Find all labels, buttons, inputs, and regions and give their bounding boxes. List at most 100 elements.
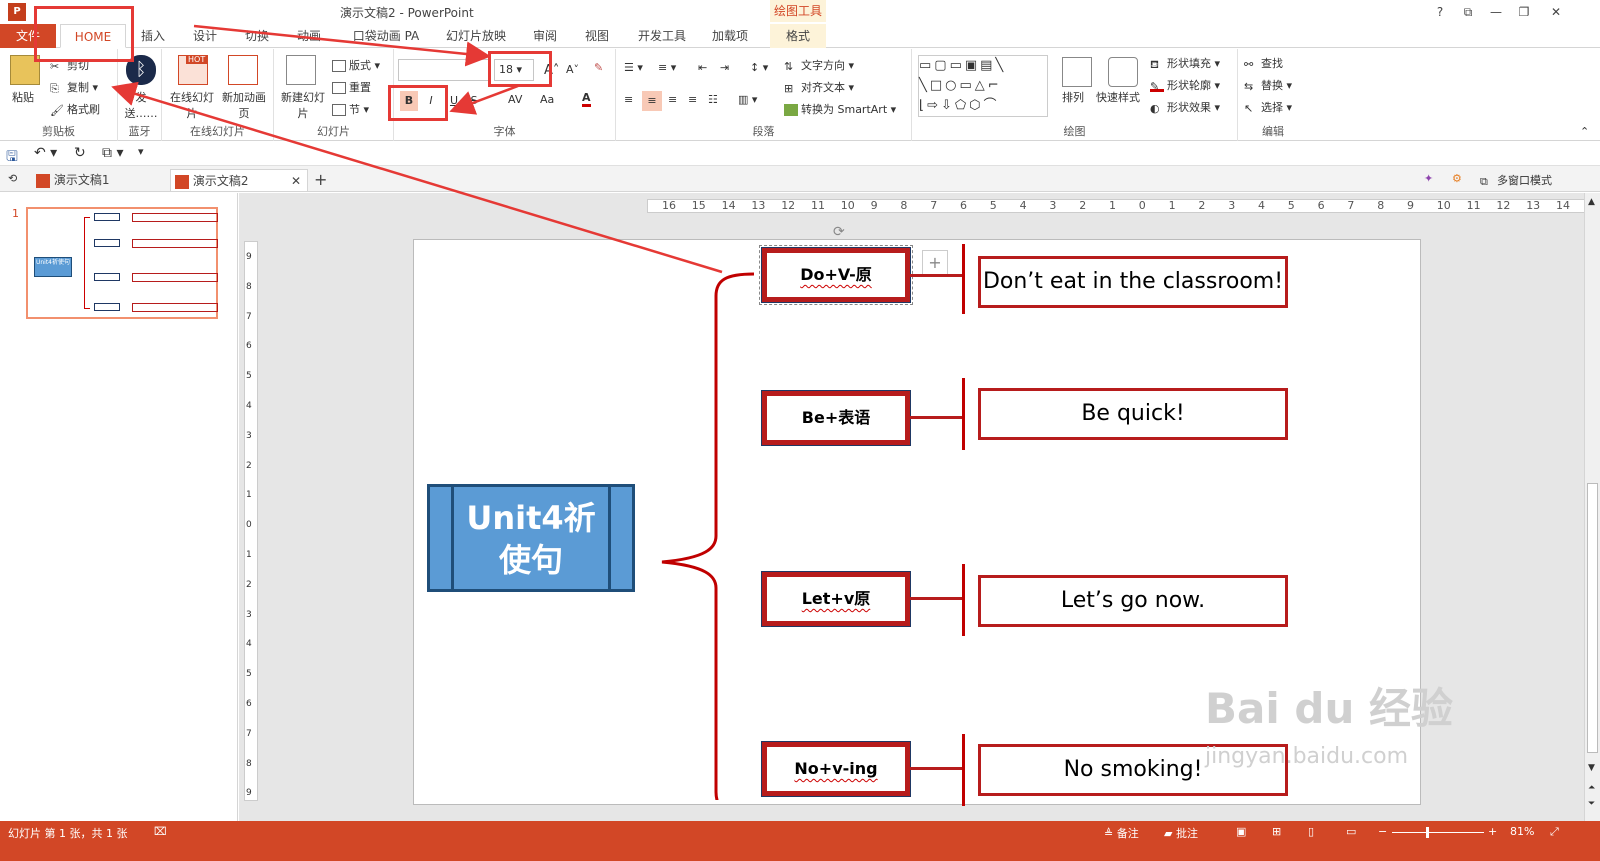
justify-button[interactable]: ≡: [688, 93, 697, 106]
normal-view-icon[interactable]: ▣: [1236, 825, 1246, 838]
rotate-handle-icon[interactable]: ⟳: [833, 224, 845, 240]
rule-box-4[interactable]: No+v-ing: [761, 741, 911, 797]
close-button[interactable]: ✕: [1544, 3, 1568, 21]
shape-effects-button[interactable]: ◐ 形状效果 ▾: [1150, 99, 1220, 115]
section-button[interactable]: 节 ▾: [332, 101, 369, 117]
zoom-slider[interactable]: [1392, 832, 1484, 833]
help-button[interactable]: ?: [1428, 3, 1452, 21]
align-left-button[interactable]: ≡: [624, 93, 633, 106]
comments-button[interactable]: ▰ 批注: [1164, 825, 1198, 841]
paste-button[interactable]: 粘贴: [12, 89, 34, 105]
example-box-3[interactable]: Let’s go now.: [978, 575, 1288, 627]
format-painter-button[interactable]: 🖌 格式刷: [50, 101, 100, 117]
tab-view[interactable]: 视图: [582, 24, 612, 48]
tab-addins[interactable]: 加载项: [708, 24, 752, 48]
tab-history-icon[interactable]: ⟲: [8, 172, 17, 185]
notes-button[interactable]: ≜ 备注: [1104, 825, 1139, 841]
new-tab-icon[interactable]: +: [314, 169, 330, 191]
doc-tab-2[interactable]: 演示文稿2 ✕: [170, 169, 308, 191]
add-shape-plus-icon[interactable]: +: [922, 250, 948, 276]
rule-box-2[interactable]: Be+表语: [761, 390, 911, 446]
quick-styles-button[interactable]: 快速样式: [1096, 89, 1140, 105]
align-text-button[interactable]: ⊞ 对齐文本 ▾: [784, 79, 854, 95]
select-button[interactable]: ↖ 选择 ▾: [1244, 99, 1292, 115]
slide-sorter-icon[interactable]: ⊞: [1272, 825, 1281, 838]
zoom-in-button[interactable]: +: [1488, 825, 1497, 838]
reset-button[interactable]: 重置: [332, 79, 371, 95]
arrange-button[interactable]: 排列: [1062, 89, 1084, 105]
decrease-indent-button[interactable]: ⇤: [698, 61, 707, 74]
powerpoint-app-icon[interactable]: P: [8, 3, 26, 21]
font-color-button[interactable]: A: [582, 91, 591, 107]
layout-button[interactable]: 版式 ▾: [332, 57, 380, 73]
tab-design[interactable]: 设计: [190, 24, 220, 48]
shape-outline-button[interactable]: ✎ 形状轮廓 ▾: [1150, 77, 1220, 93]
next-slide-icon[interactable]: ⏷: [1588, 799, 1595, 809]
arrange-icon[interactable]: [1062, 57, 1092, 87]
zoom-level[interactable]: 81%: [1510, 825, 1534, 838]
tab-review[interactable]: 审阅: [530, 24, 560, 48]
char-spacing-button[interactable]: AV: [508, 93, 522, 106]
text-direction-button[interactable]: ⇅ 文字方向 ▾: [784, 57, 854, 73]
align-right-button[interactable]: ≡: [668, 93, 677, 106]
new-slide-button[interactable]: 新建幻灯片: [280, 89, 326, 121]
new-anim-page-icon[interactable]: [228, 55, 258, 85]
example-box-1[interactable]: Don’t eat in the classroom!: [978, 256, 1288, 308]
smartart-button[interactable]: 转换为 SmartArt ▾: [784, 101, 896, 117]
collapse-ribbon-icon[interactable]: ⌃: [1580, 125, 1589, 138]
find-button[interactable]: ⚯ 查找: [1244, 55, 1283, 71]
tab-slideshow[interactable]: 幻灯片放映: [444, 24, 508, 48]
rule-box-3[interactable]: Let+v原: [761, 571, 911, 627]
tab-format[interactable]: 格式: [770, 24, 826, 48]
new-anim-page-button[interactable]: 新加动画页: [220, 89, 268, 121]
increase-indent-button[interactable]: ⇥: [720, 61, 729, 74]
scroll-up-icon[interactable]: ▲: [1588, 197, 1595, 207]
tab-developer[interactable]: 开发工具: [634, 24, 690, 48]
shrink-font-button[interactable]: A˅: [566, 63, 579, 76]
example-box-2[interactable]: Be quick!: [978, 388, 1288, 440]
scroll-down-icon[interactable]: ▼: [1588, 763, 1595, 773]
quick-styles-icon[interactable]: [1108, 57, 1138, 87]
change-case-button[interactable]: Aa: [540, 93, 554, 106]
distributed-button[interactable]: ☷: [708, 93, 718, 106]
reading-view-icon[interactable]: ▯: [1308, 825, 1314, 838]
replace-button[interactable]: ⇆ 替换 ▾: [1244, 77, 1292, 93]
multiwindow-button[interactable]: ⧉ 多窗口模式: [1480, 172, 1552, 188]
align-center-button[interactable]: ≡: [642, 91, 662, 111]
ribbon-display-icon[interactable]: ⧉: [1456, 3, 1480, 21]
fit-slide-icon[interactable]: ⤢: [1550, 825, 1559, 839]
present-icon[interactable]: ⧉ ▾: [102, 145, 123, 161]
zoom-out-button[interactable]: −: [1378, 825, 1387, 838]
font-name-combo[interactable]: [398, 59, 490, 81]
close-tab-icon[interactable]: ✕: [291, 170, 301, 192]
new-slide-icon[interactable]: [286, 55, 316, 85]
clear-format-icon[interactable]: ✎: [594, 61, 603, 74]
maximize-button[interactable]: ❐: [1512, 3, 1536, 21]
numbering-button[interactable]: ≡ ▾: [658, 61, 676, 74]
zoom-slider-thumb[interactable]: [1426, 827, 1429, 838]
underline-button[interactable]: U: [446, 91, 462, 111]
slideshow-view-icon[interactable]: ▭: [1346, 825, 1356, 838]
minimize-button[interactable]: —: [1484, 3, 1508, 21]
undo-icon[interactable]: ↶ ▾: [34, 145, 57, 161]
copy-button[interactable]: ⎘ 复制 ▾: [50, 79, 98, 95]
customize-qat-icon[interactable]: ▾: [138, 145, 144, 158]
shape-fill-button[interactable]: ⛾ 形状填充 ▾: [1150, 55, 1220, 71]
main-topic-box[interactable]: Unit4祈 使句: [427, 484, 635, 592]
spellcheck-icon[interactable]: ⌧: [154, 825, 167, 838]
strikethrough-button[interactable]: S: [466, 91, 482, 111]
settings-gear-icon[interactable]: ⚙: [1452, 172, 1462, 185]
shapes-gallery[interactable]: ▭▢▭▣▤╲ ╲□○▭△⌐ ⌊⇨⇩⬠⬡⌒: [918, 55, 1048, 117]
tab-animations[interactable]: 动画: [294, 24, 324, 48]
slide-thumbnail-1[interactable]: Unit4祈使句: [26, 207, 218, 319]
doc-tab-1[interactable]: 演示文稿1: [32, 169, 166, 191]
online-slide-button[interactable]: 在线幻灯片: [170, 89, 214, 121]
magic-icon[interactable]: ✦: [1424, 172, 1433, 185]
redo-icon[interactable]: ↻: [74, 145, 86, 161]
scroll-thumb[interactable]: [1587, 483, 1598, 753]
bluetooth-send-button[interactable]: 发送……: [124, 89, 158, 121]
prev-slide-icon[interactable]: ⏶: [1588, 783, 1595, 793]
columns-button[interactable]: ▥ ▾: [738, 93, 757, 106]
tab-pocket-animation[interactable]: 口袋动画 PA: [350, 24, 422, 48]
line-spacing-button[interactable]: ↕ ▾: [750, 61, 768, 74]
